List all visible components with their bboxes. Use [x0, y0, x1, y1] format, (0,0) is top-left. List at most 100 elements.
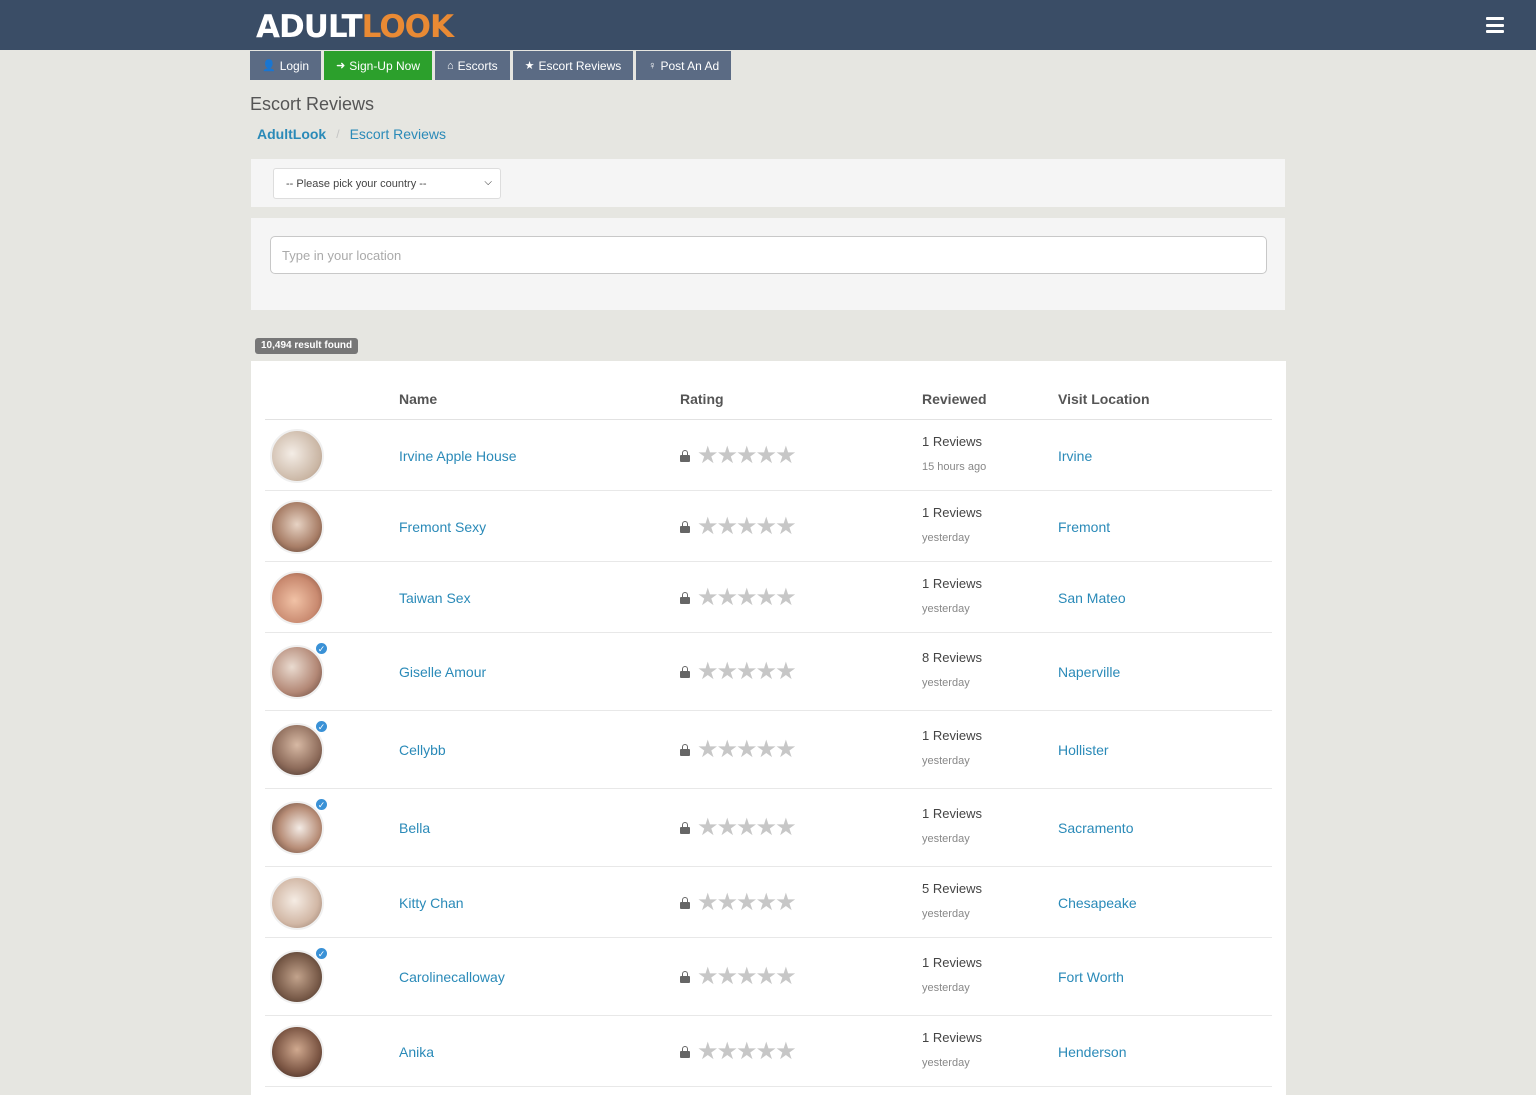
review-time: yesterday	[922, 755, 970, 767]
star-icon: ★	[524, 60, 535, 72]
escort-name-link[interactable]: Taiwan Sex	[399, 590, 471, 606]
avatar[interactable]: ✓	[270, 798, 328, 855]
login-button[interactable]: 👤 Login	[250, 51, 322, 80]
review-count: 5 Reviews	[922, 881, 982, 896]
avatar[interactable]	[270, 876, 324, 930]
home-icon: ⌂	[447, 59, 454, 72]
column-header-visit-location: Visit Location	[1058, 391, 1150, 407]
page-title: Escort Reviews	[250, 94, 375, 114]
visit-location-link[interactable]: San Mateo	[1058, 590, 1126, 606]
column-header-reviewed: Reviewed	[922, 391, 987, 407]
sign-in-icon: ➜	[336, 60, 346, 72]
visit-location-link[interactable]: Fort Worth	[1058, 969, 1124, 985]
avatar[interactable]: ✓	[270, 642, 328, 699]
avatar[interactable]	[270, 429, 324, 483]
escort-name-link[interactable]: Giselle Amour	[399, 664, 486, 680]
escort-reviews-label: Escort Reviews	[538, 58, 622, 73]
star-icon: ★★★★★	[697, 963, 797, 990]
lock-icon	[680, 971, 690, 983]
country-filter-panel: -- Please pick your country -- ⌵	[251, 159, 1285, 207]
review-count: 1 Reviews	[922, 576, 982, 591]
site-logo[interactable]: ADULTLOOK	[256, 8, 454, 46]
table-row: ✓ Carolinecalloway ★★★★★ 1 Reviews yesterday…	[265, 938, 1272, 1016]
review-time: 15 hours ago	[922, 461, 987, 473]
table-row: ✓ Giselle Amour ★★★★★ 8 Reviews yesterday Nap…	[265, 633, 1272, 711]
review-time: yesterday	[922, 677, 970, 689]
star-icon: ★★★★★	[697, 442, 797, 469]
location-input[interactable]	[270, 236, 1267, 274]
column-header-rating: Rating	[680, 391, 724, 407]
visit-location-link[interactable]: Irvine	[1058, 448, 1092, 464]
escort-name-link[interactable]: Fremont Sexy	[399, 519, 486, 535]
visit-location-link[interactable]: Henderson	[1058, 1044, 1127, 1060]
review-count: 8 Reviews	[922, 650, 982, 665]
review-count: 1 Reviews	[922, 505, 982, 520]
verified-check-icon: ✓	[315, 720, 328, 733]
rating-stars: ★★★★★	[680, 660, 797, 684]
visit-location-link[interactable]: Hollister	[1058, 742, 1109, 758]
escort-name-link[interactable]: Carolinecalloway	[399, 969, 505, 985]
logo-text-adult: ADULT	[256, 9, 363, 45]
star-icon: ★★★★★	[697, 584, 797, 611]
review-count: 1 Reviews	[922, 955, 982, 970]
avatar[interactable]	[270, 500, 324, 554]
hamburger-icon[interactable]	[1486, 17, 1504, 33]
breadcrumb-home-link[interactable]: AdultLook	[257, 126, 326, 142]
escort-name-link[interactable]: Kitty Chan	[399, 895, 464, 911]
table-row: ✓ Cellybb ★★★★★ 1 Reviews yesterday Hollister	[265, 711, 1272, 789]
verified-check-icon: ✓	[315, 642, 328, 655]
review-time: yesterday	[922, 603, 970, 615]
rating-stars: ★★★★★	[680, 513, 797, 540]
female-icon: ♀	[648, 59, 657, 72]
avatar[interactable]: ✓	[270, 720, 328, 777]
avatar[interactable]	[270, 571, 324, 625]
star-icon: ★★★★★	[697, 513, 797, 540]
reviews-table: Name Rating Reviewed Visit Location Irvi…	[251, 361, 1286, 1095]
top-bar: ADULTLOOK	[0, 0, 1536, 50]
star-icon: ★★★★★	[697, 736, 797, 763]
lock-icon	[680, 666, 690, 678]
table-row: Fremont Sexy ★★★★★ 1 Reviews yesterday Fremo…	[265, 491, 1272, 562]
login-label: Login	[279, 58, 310, 73]
escort-name-link[interactable]: Bella	[399, 820, 430, 836]
result-count-badge: 10,494 result found	[255, 338, 359, 354]
table-row: Taiwan Sex ★★★★★ 1 Reviews yesterday San Mat…	[265, 562, 1272, 633]
lock-icon	[680, 521, 690, 533]
lock-icon	[680, 592, 690, 604]
escort-reviews-button[interactable]: ★ Escort Reviews	[512, 51, 634, 80]
visit-location-link[interactable]: Chesapeake	[1058, 895, 1137, 911]
breadcrumb-current-link[interactable]: Escort Reviews	[350, 126, 446, 142]
signup-button[interactable]: ➜ Sign-Up Now	[324, 51, 432, 80]
user-icon: 👤	[262, 60, 276, 72]
visit-location-link[interactable]: Sacramento	[1058, 820, 1133, 836]
table-row: Anika ★★★★★ 1 Reviews yesterday Henderson	[265, 1016, 1272, 1087]
star-icon: ★★★★★	[697, 1038, 797, 1065]
country-select[interactable]: -- Please pick your country -- ⌵	[273, 168, 501, 199]
review-count: 1 Reviews	[922, 1030, 982, 1045]
escort-name-link[interactable]: Cellybb	[399, 742, 446, 758]
country-select-value: -- Please pick your country --	[286, 177, 427, 190]
star-icon: ★★★★★	[697, 814, 797, 841]
escorts-button[interactable]: ⌂ Escorts	[435, 51, 510, 80]
table-row: Kitty Chan ★★★★★ 5 Reviews yesterday Chesape…	[265, 867, 1272, 938]
rating-stars: ★★★★★	[680, 814, 797, 841]
review-time: yesterday	[922, 1057, 970, 1069]
escort-name-link[interactable]: Irvine Apple House	[399, 448, 517, 464]
rating-stars: ★★★★★	[680, 736, 797, 763]
visit-location-link[interactable]: Fremont	[1058, 519, 1110, 535]
table-row: Irvine Apple House ★★★★★ 1 Reviews 15 hours…	[265, 420, 1272, 491]
logo-text-look: LOOK	[361, 9, 454, 45]
lock-icon	[680, 744, 690, 756]
column-header-name: Name	[399, 391, 438, 407]
post-ad-button[interactable]: ♀ Post An Ad	[636, 51, 732, 80]
verified-check-icon: ✓	[315, 798, 328, 811]
avatar[interactable]: ✓	[270, 947, 328, 1004]
visit-location-link[interactable]: Naperville	[1058, 664, 1120, 680]
rating-stars: ★★★★★	[680, 1038, 797, 1065]
escort-name-link[interactable]: Anika	[399, 1044, 434, 1060]
review-count: 1 Reviews	[922, 434, 982, 449]
lock-icon	[680, 1046, 690, 1058]
chevron-down-icon: ⌵	[484, 177, 492, 188]
avatar[interactable]	[270, 1025, 324, 1079]
review-time: yesterday	[922, 833, 970, 845]
